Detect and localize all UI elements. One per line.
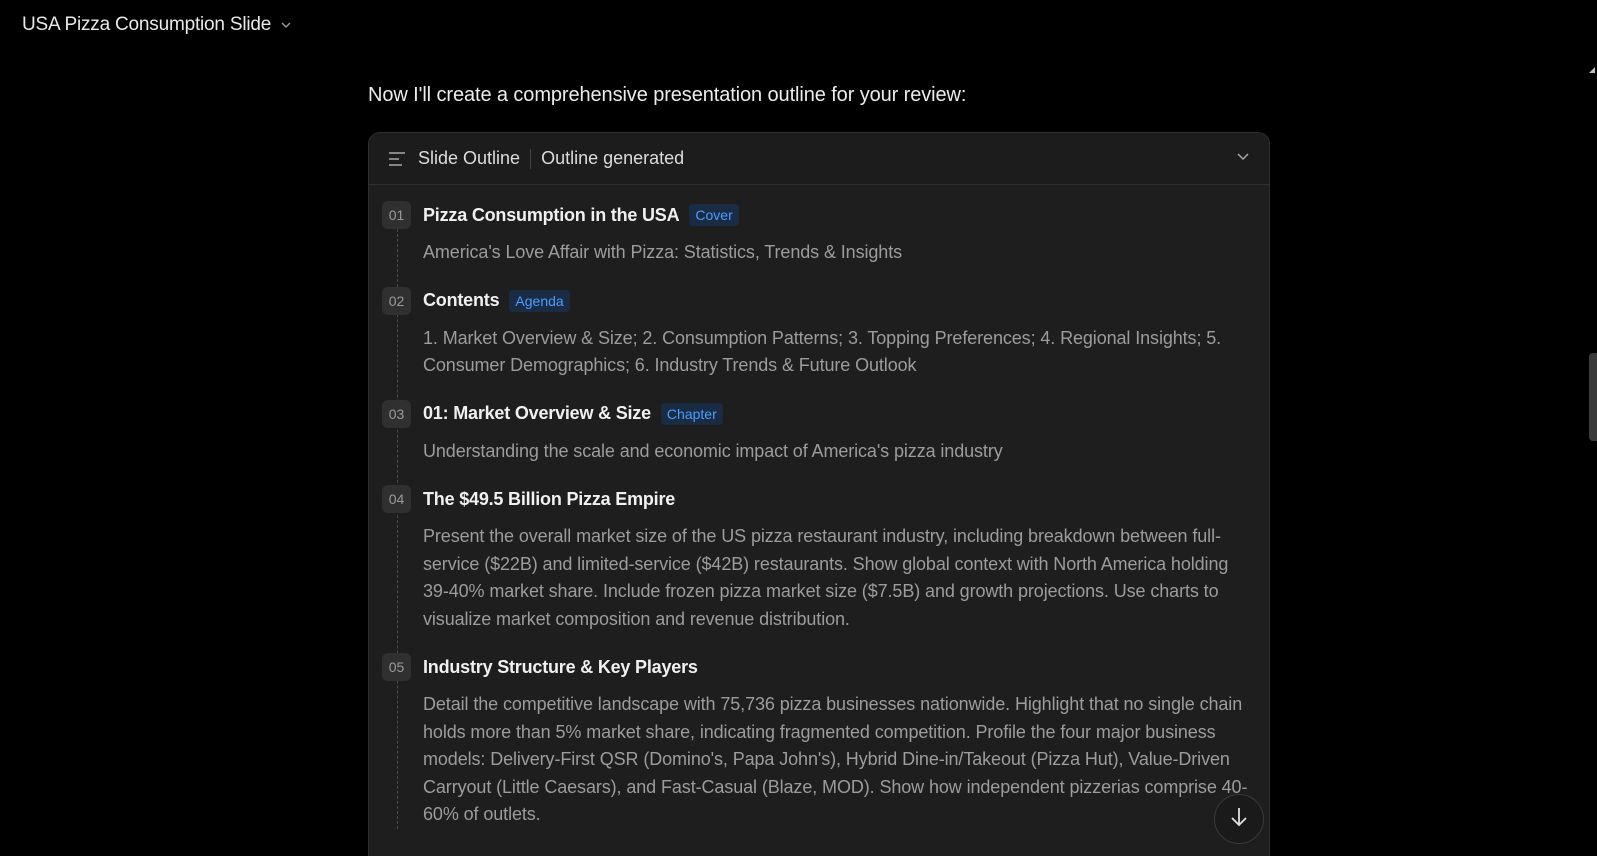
slide-description: Understanding the scale and economic imp… [423, 440, 1003, 461]
slide-title: Pizza Consumption in the USA [423, 204, 680, 225]
slide-number: 03 [382, 399, 411, 428]
outline-item[interactable]: 05 Industry Structure & Key Players Deta… [382, 651, 1249, 829]
outline-item[interactable]: 04 The $49.5 Billion Pizza Empire Presen… [382, 483, 1249, 633]
slide-number: 02 [382, 286, 411, 315]
slide-description: Present the overall market size of the U… [423, 526, 1229, 629]
arrow-down-icon [1229, 806, 1249, 833]
slide-type-badge: Cover [689, 204, 739, 226]
outline-header[interactable]: Slide Outline Outline generated [369, 133, 1269, 185]
slide-description: America's Love Affair with Pizza: Statis… [423, 242, 902, 262]
outline-list: 01 Pizza Consumption in the USA Cover Am… [369, 185, 1269, 829]
outline-status: Outline generated [541, 148, 685, 168]
list-icon [388, 150, 406, 168]
scrollbar-thumb[interactable] [1589, 353, 1597, 441]
slide-title: 01: Market Overview & Size [423, 403, 651, 423]
collapse-button[interactable] [1235, 148, 1251, 169]
page: USA Pizza Consumption Slide Now I'll cre… [0, 0, 1597, 856]
slide-title: The $49.5 Billion Pizza Empire [423, 488, 676, 509]
outline-title: Slide Outline [418, 148, 521, 168]
chevron-down-icon [279, 18, 293, 32]
chevron-down-icon [1235, 148, 1251, 169]
slide-number: 01 [382, 201, 411, 229]
title-dropdown[interactable]: USA Pizza Consumption Slide [22, 14, 293, 36]
caret-up-icon[interactable] [1587, 62, 1597, 73]
slide-type-badge: Agenda [509, 289, 570, 312]
slide-description: Detail the competitive landscape with 75… [423, 694, 1248, 824]
scroll-to-bottom-button[interactable] [1214, 794, 1264, 844]
outline-item[interactable]: 01 Pizza Consumption in the USA Cover Am… [382, 199, 1249, 267]
outline-item[interactable]: 03 01: Market Overview & Size Chapter Un… [382, 398, 1249, 466]
header-divider [530, 148, 532, 169]
slide-title: Industry Structure & Key Players [423, 656, 698, 677]
slide-outline-card: Slide Outline Outline generated 01 Pizza… [368, 132, 1270, 856]
document-title: USA Pizza Consumption Slide [22, 14, 272, 35]
slide-type-badge: Chapter [660, 402, 723, 425]
outline-item[interactable]: 02 Contents Agenda 1. Market Overview & … [382, 285, 1249, 380]
slide-description: 1. Market Overview & Size; 2. Consumptio… [423, 327, 1222, 376]
slide-number: 04 [382, 485, 411, 513]
slide-number: 05 [382, 653, 411, 681]
assistant-message: Now I'll create a comprehensive presenta… [368, 84, 967, 106]
slide-title: Contents [423, 290, 500, 310]
